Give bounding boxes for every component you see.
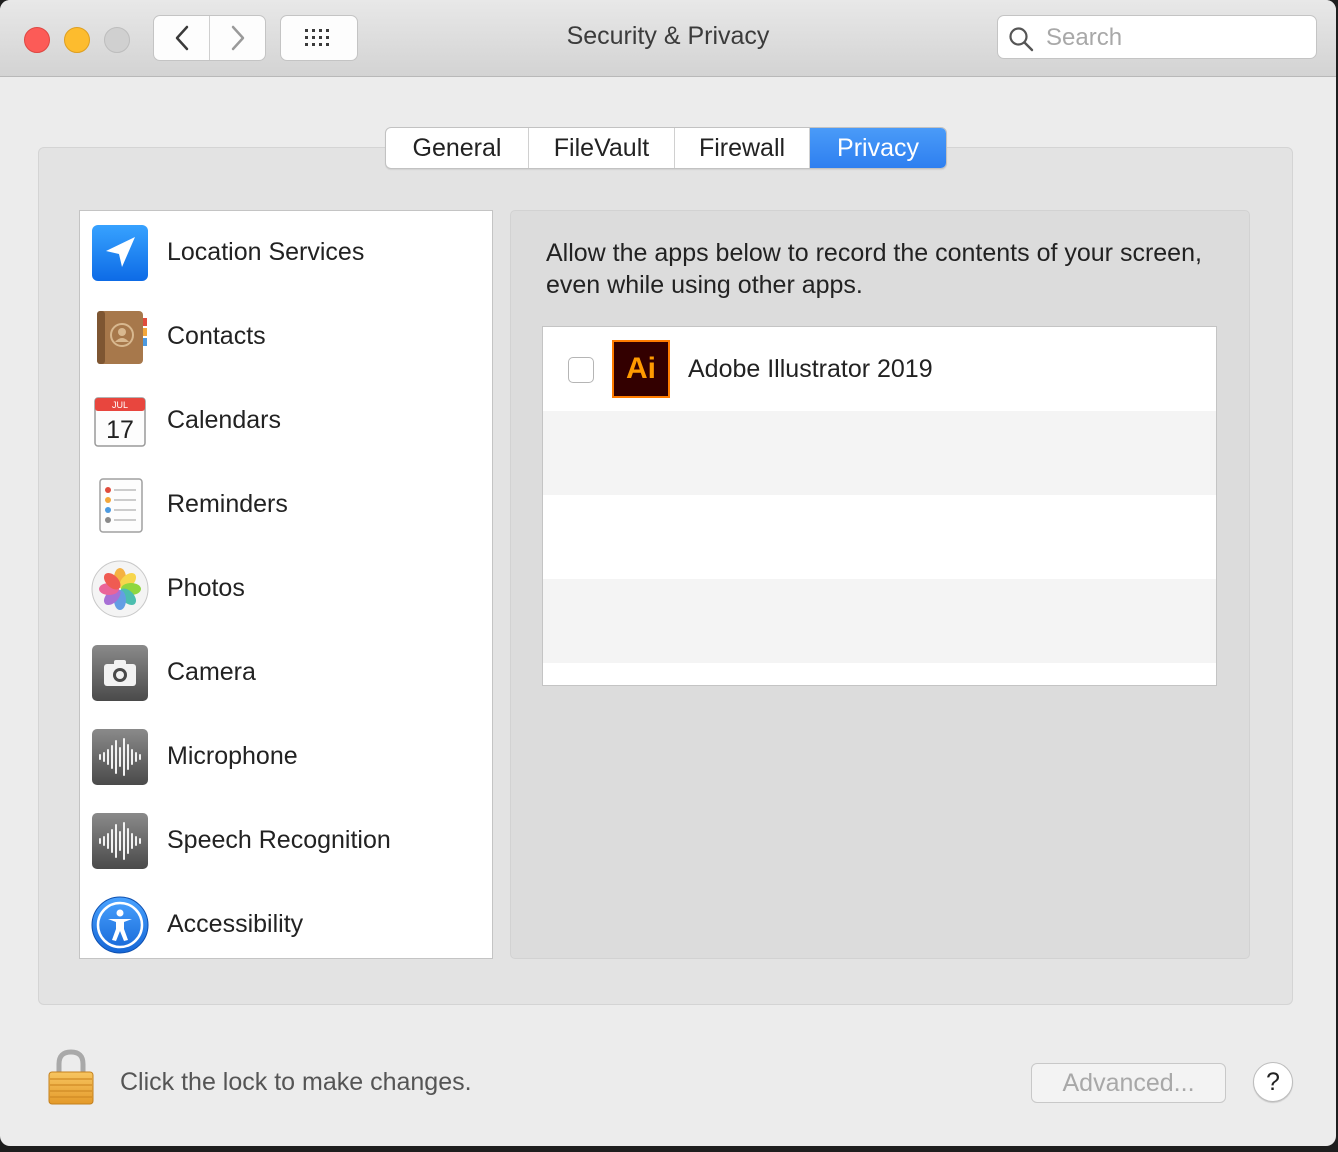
calendar-day-label: 17 [106, 416, 134, 444]
sidebar-item-location-services[interactable]: Location Services [80, 211, 492, 295]
help-button[interactable]: ? [1253, 1062, 1293, 1102]
empty-list-row [543, 495, 1216, 579]
empty-list-row [543, 411, 1216, 495]
privacy-category-list: Location Services Contacts JUL 17 Calend… [79, 210, 493, 959]
camera-icon [92, 645, 148, 701]
app-permission-list: Ai Adobe Illustrator 2019 [542, 326, 1217, 686]
permission-description: Allow the apps below to record the conte… [546, 239, 1202, 299]
adobe-illustrator-icon: Ai [612, 340, 670, 398]
tab-privacy[interactable]: Privacy [810, 128, 946, 168]
sidebar-item-label: Photos [167, 574, 245, 602]
sidebar-item-camera[interactable]: Camera [80, 631, 492, 715]
empty-list-row [543, 579, 1216, 663]
waveform-icon [92, 813, 148, 869]
sidebar-item-label: Microphone [167, 742, 298, 770]
search-icon [1009, 27, 1034, 52]
lock-icon[interactable] [46, 1048, 96, 1106]
sidebar-item-label: Camera [167, 658, 256, 686]
location-arrow-icon [92, 225, 148, 281]
app-name: Adobe Illustrator 2019 [688, 355, 933, 383]
sidebar-item-label: Accessibility [167, 910, 304, 938]
adobe-illustrator-icon-text: Ai [626, 352, 656, 385]
sidebar-item-label: Calendars [167, 406, 281, 434]
title-bar: Security & Privacy [0, 0, 1336, 77]
sidebar-item-microphone[interactable]: Microphone [80, 715, 492, 799]
tab-firewall[interactable]: Firewall [675, 128, 810, 168]
sidebar-item-label: Speech Recognition [167, 826, 391, 854]
sidebar-item-contacts[interactable]: Contacts [80, 295, 492, 379]
tab-filevault[interactable]: FileVault [529, 128, 675, 168]
sidebar-item-photos[interactable]: Photos [80, 547, 492, 631]
app-row-adobe-illustrator[interactable]: Ai Adobe Illustrator 2019 [543, 327, 1216, 411]
search-input[interactable] [1044, 22, 1310, 54]
sidebar-item-calendars[interactable]: JUL 17 Calendars [80, 379, 492, 463]
accessibility-icon [91, 896, 149, 954]
photos-flower-icon [91, 560, 149, 618]
tab-general[interactable]: General [386, 128, 529, 168]
calendar-month-label: JUL [112, 400, 128, 410]
sidebar-item-reminders[interactable]: Reminders [80, 463, 492, 547]
reminders-icon [99, 478, 143, 533]
app-permission-checkbox[interactable] [568, 357, 594, 383]
advanced-button[interactable]: Advanced... [1031, 1063, 1226, 1103]
waveform-icon [92, 729, 148, 785]
contacts-book-icon [97, 311, 147, 364]
sidebar-item-label: Reminders [167, 490, 288, 518]
sidebar-item-speech-recognition[interactable]: Speech Recognition [80, 799, 492, 883]
search-field[interactable] [997, 15, 1317, 59]
sidebar-item-label: Contacts [167, 322, 266, 350]
sidebar-item-label: Location Services [167, 238, 365, 266]
sidebar-item-accessibility[interactable]: Accessibility [80, 883, 492, 967]
lock-status-text: Click the lock to make changes. [120, 1068, 472, 1096]
tab-bar: General FileVault Firewall Privacy [385, 127, 947, 169]
preferences-window: Security & Privacy General FileVault Fir… [0, 0, 1336, 1146]
calendar-icon: JUL 17 [94, 397, 146, 447]
